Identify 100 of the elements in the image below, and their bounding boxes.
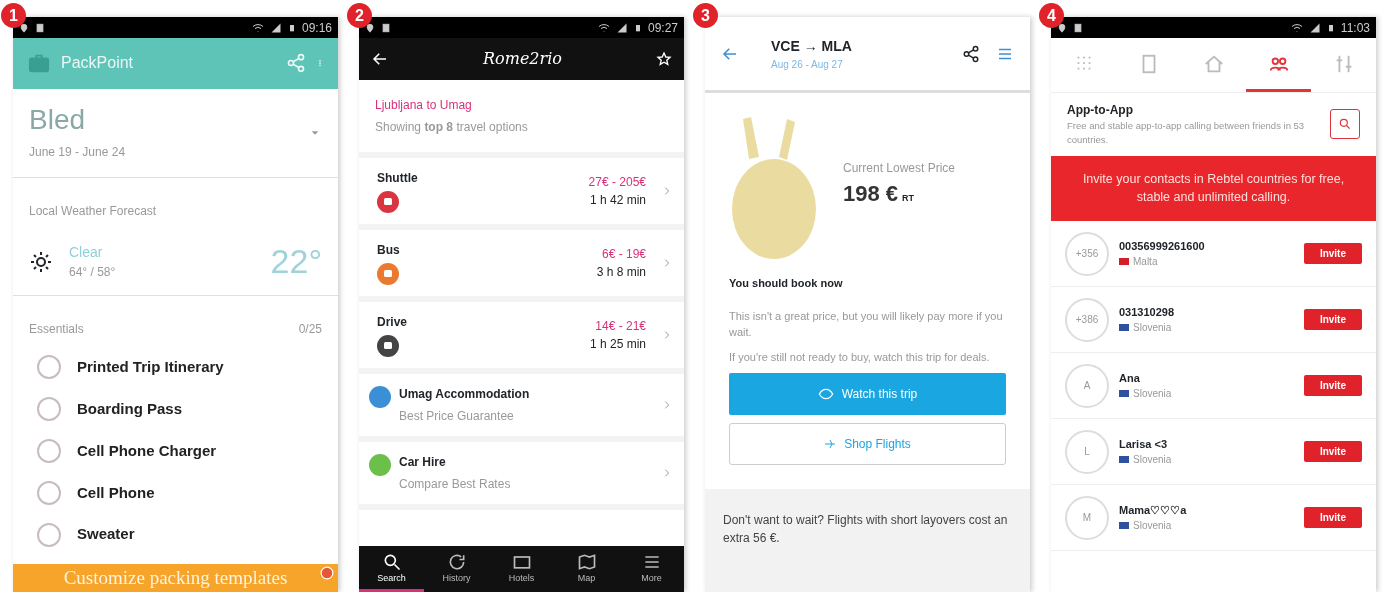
trip-name: Bled <box>29 104 87 136</box>
advice-text: If you're still not ready to buy, watch this trip for deals. <box>729 349 991 365</box>
travel-time: 1 h 42 min <box>588 192 646 209</box>
mode-name: Bus <box>377 242 401 259</box>
section-heading: Local Weather Forecast <box>28 203 158 221</box>
checkbox[interactable] <box>37 522 61 547</box>
packing-item: Sweater <box>77 524 135 545</box>
packing-item: Boarding Pass <box>77 398 183 419</box>
signal-icon <box>1308 21 1321 34</box>
nav-tab[interactable]: Map <box>554 545 619 592</box>
location-pin-icon <box>1057 21 1067 34</box>
packing-item: Cell Phone <box>77 482 155 503</box>
step-number: 3 <box>693 3 718 28</box>
temperature-range: 64° / 58° <box>69 264 117 282</box>
contact-name: Mama♡♡♡a <box>1119 502 1188 518</box>
link-title: Car Hire <box>399 454 447 471</box>
route-option[interactable]: Bus 6€ - 19€ 3 h 8 min <box>359 230 684 302</box>
packing-item: Printed Trip Itinerary <box>77 357 224 378</box>
price-note: RT <box>902 191 915 205</box>
sun-icon <box>29 249 53 274</box>
route-option[interactable]: Shuttle 27€ - 205€ 1 h 42 min <box>359 158 684 230</box>
document-icon <box>35 21 45 34</box>
contact-avatar: L <box>1065 429 1109 474</box>
checkbox[interactable] <box>37 397 61 422</box>
route-summary: Showing top 8 travel options <box>375 119 529 136</box>
invite-button[interactable]: Invite <box>1303 441 1362 462</box>
contact-avatar: A <box>1065 363 1109 408</box>
share-icon[interactable] <box>962 44 980 63</box>
contact-avatar: M <box>1065 495 1109 540</box>
temperature: 22° <box>270 241 322 283</box>
section-heading: Essentials <box>29 321 85 339</box>
section-description: Free and stable app-to-app calling between friends in 53 countries. <box>1067 119 1306 148</box>
packing-item: Cell Phone Charger <box>77 440 217 461</box>
eye-icon <box>817 386 834 402</box>
advice-heading: You should book now <box>729 276 844 291</box>
contact-country: Slovenia <box>1133 387 1172 402</box>
price-range: 27€ - 205€ <box>588 174 646 191</box>
status-time: 11:03 <box>1340 19 1370 37</box>
signal-icon <box>269 21 282 34</box>
nav-tab[interactable]: Hotels <box>489 545 554 592</box>
step-number: 2 <box>347 3 372 28</box>
star-icon[interactable] <box>656 51 672 67</box>
link-row[interactable]: Umag Accommodation Best Price Guarantee <box>359 374 684 442</box>
suitcase-icon <box>27 52 51 75</box>
search-icon <box>1338 117 1352 132</box>
invite-button[interactable]: Invite <box>1303 309 1362 330</box>
item-count: 0/25 <box>298 321 322 339</box>
nav-tab[interactable]: Search <box>359 545 424 592</box>
mode-name: Drive <box>377 314 409 331</box>
status-time: 09:16 <box>301 19 332 37</box>
document-icon <box>1073 21 1083 34</box>
contact-country: Slovenia <box>1133 321 1172 336</box>
invite-button[interactable]: Invite <box>1303 243 1362 264</box>
nav-tab[interactable]: History <box>424 545 489 592</box>
price-value: 198 € <box>843 179 899 208</box>
route-option[interactable]: Drive 14€ - 21€ 1 h 25 min <box>359 302 684 374</box>
contact-name: 00356999261600 <box>1119 238 1206 254</box>
link-subtitle: Compare Best Rates <box>399 476 512 493</box>
invite-button[interactable]: Invite <box>1303 375 1362 396</box>
tip-text: Don't want to wait? Flights with short layovers cost an extra 56 €. <box>723 512 1009 547</box>
link-subtitle: Best Price Guarantee <box>399 408 515 425</box>
price-label: Current Lowest Price <box>843 159 956 177</box>
route-title: VCE → MLA <box>771 36 853 56</box>
trip-dates: June 19 - June 24 <box>29 144 127 162</box>
contact-country: Malta <box>1133 255 1158 270</box>
contact-avatar: +356 <box>1065 231 1109 276</box>
app-title: PackPoint <box>61 53 135 74</box>
contact-country: Slovenia <box>1133 453 1172 468</box>
price-range: 14€ - 21€ <box>594 318 646 335</box>
contact-name: Larisa <3 <box>1119 436 1168 452</box>
invite-banner: Invite your contacts in Rebtel countries for free, stable and unlimited calling. <box>1051 155 1376 221</box>
link-row[interactable]: Car Hire Compare Best Rates <box>359 442 684 510</box>
document-icon <box>381 21 391 34</box>
status-time: 09:27 <box>647 19 678 37</box>
checkbox[interactable] <box>37 480 61 505</box>
invite-button[interactable]: Invite <box>1303 507 1362 528</box>
link-title: Umag Accommodation <box>399 386 531 403</box>
contact-name: Ana <box>1119 370 1141 386</box>
trip-dates: Aug 26 - Aug 27 <box>771 57 844 72</box>
step-number: 1 <box>1 3 26 28</box>
travel-time: 3 h 8 min <box>596 264 646 281</box>
banner-text: Customize packing templates <box>63 565 288 590</box>
location-pin-icon <box>365 21 375 34</box>
map-icon <box>576 551 597 572</box>
mode-name: Shuttle <box>377 170 419 187</box>
search-button[interactable] <box>1330 109 1360 140</box>
checkbox[interactable] <box>37 355 61 380</box>
travel-time: 1 h 25 min <box>589 336 646 353</box>
checkbox[interactable] <box>37 438 61 463</box>
plane-icon <box>824 438 837 450</box>
back-arrow-icon[interactable] <box>371 50 389 68</box>
section-title: App-to-App <box>1067 102 1134 119</box>
nav-tab[interactable]: More <box>619 545 684 592</box>
contact-avatar: +386 <box>1065 297 1109 342</box>
price-range: 6€ - 19€ <box>600 246 646 263</box>
route-title: Ljubljana to Umag <box>375 97 473 114</box>
contact-country: Slovenia <box>1133 519 1172 534</box>
advice-text: This isn't a great price, but you will likely pay more if you wait. <box>729 308 1004 340</box>
weather-condition: Clear <box>69 243 104 263</box>
app-logo: Rome2rio <box>482 48 563 70</box>
